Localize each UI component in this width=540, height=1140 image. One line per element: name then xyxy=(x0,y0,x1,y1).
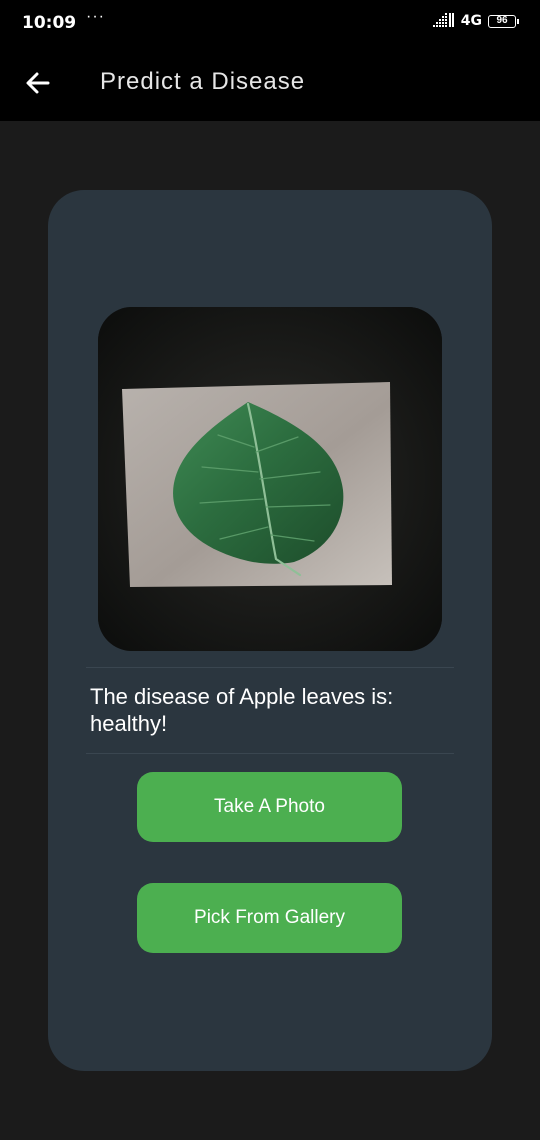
page-title: Predict a Disease xyxy=(100,68,306,95)
take-photo-button[interactable]: Take A Photo xyxy=(137,772,402,842)
arrow-left-icon[interactable] xyxy=(20,65,56,101)
prediction-result-text: The disease of Apple leaves is: healthy! xyxy=(90,684,394,736)
status-time: 10:09 xyxy=(22,13,77,33)
status-indicators: 4G 96 xyxy=(432,13,519,29)
signal-bars-icon xyxy=(432,13,454,27)
prediction-card: The disease of Apple leaves is: healthy!… xyxy=(48,190,492,1071)
notification-dots-icon: ··· xyxy=(86,8,105,25)
pick-from-gallery-button[interactable]: Pick From Gallery xyxy=(137,883,402,953)
status-bar: 10:09 ··· 4G 96 xyxy=(0,0,540,46)
network-type: 4G xyxy=(460,13,482,29)
result-bottom-divider xyxy=(86,753,454,754)
battery-level: 96 xyxy=(496,15,508,26)
result-top-divider xyxy=(86,667,454,668)
leaf-photo xyxy=(98,307,442,651)
app-bar: Predict a Disease xyxy=(0,46,540,121)
battery-icon: 96 xyxy=(488,14,519,28)
leaf-image-frame xyxy=(98,307,442,651)
